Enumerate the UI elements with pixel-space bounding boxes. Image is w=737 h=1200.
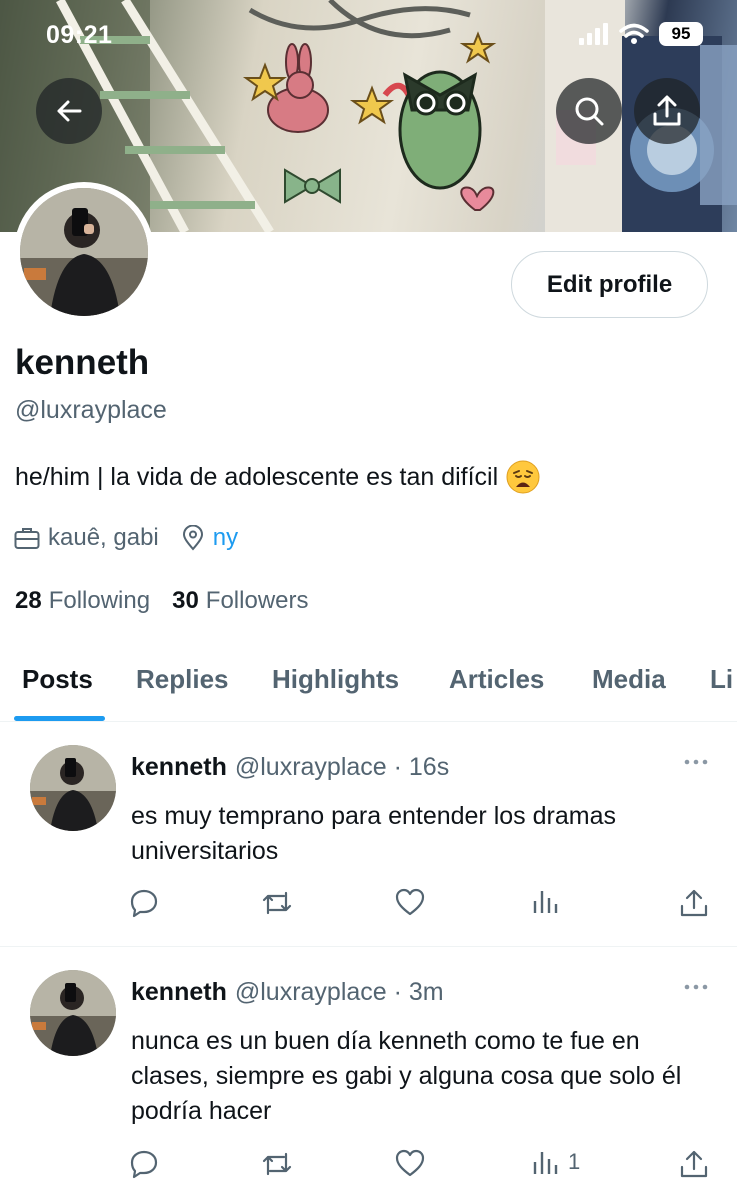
following-count: 28 <box>15 587 42 614</box>
tab-likes[interactable]: Li <box>710 664 733 695</box>
heart-icon <box>395 888 425 916</box>
reply-button[interactable] <box>128 887 160 919</box>
bio-text: he/him | la vida de adolescente es tan d… <box>15 462 499 491</box>
profile-meta: kauê, gabi ny <box>14 524 260 552</box>
tab-articles[interactable]: Articles <box>449 664 544 695</box>
share-post-button[interactable] <box>678 887 710 919</box>
followers-count: 30 <box>172 587 199 614</box>
tab-posts[interactable]: Posts <box>22 664 93 695</box>
avatar-photo <box>30 970 116 1056</box>
status-bar: 09:21 95 <box>0 18 737 52</box>
weary-face-icon <box>506 460 540 494</box>
follow-stats: 28 Following 30 Followers <box>15 587 309 615</box>
views-button[interactable]: 1 <box>532 1148 580 1176</box>
repost-icon <box>262 1152 292 1176</box>
status-time: 09:21 <box>46 21 113 49</box>
repost-icon <box>262 891 292 915</box>
reply-button[interactable] <box>128 1148 160 1180</box>
profile-tabs: Posts Replies Highlights Articles Media … <box>0 650 737 722</box>
repost-button[interactable] <box>260 1148 294 1180</box>
active-tab-indicator <box>14 716 105 721</box>
post-avatar[interactable] <box>30 970 116 1056</box>
profile-avatar[interactable] <box>14 182 154 322</box>
share-icon <box>680 1150 708 1178</box>
followers-link[interactable]: 30 Followers <box>172 587 308 615</box>
avatar-photo <box>30 745 116 831</box>
work-info: kauê, gabi <box>14 524 159 552</box>
analytics-icon <box>533 1152 558 1174</box>
reply-icon <box>130 1150 158 1179</box>
profile-bio: he/him | la vida de adolescente es tan d… <box>15 460 540 494</box>
heart-icon <box>395 1149 425 1177</box>
views-button[interactable] <box>532 887 568 915</box>
location-pin-icon <box>182 525 203 551</box>
analytics-icon <box>533 891 558 913</box>
battery-indicator: 95 <box>659 22 703 46</box>
post-actions <box>128 887 718 921</box>
followers-label: Followers <box>205 587 309 614</box>
arrow-left-icon <box>57 100 82 122</box>
tab-media[interactable]: Media <box>592 664 666 695</box>
following-link[interactable]: 28 Following <box>15 587 150 615</box>
share-profile-button[interactable] <box>634 78 700 144</box>
edit-profile-button[interactable]: Edit profile <box>511 251 708 318</box>
more-options-icon[interactable] <box>683 757 709 767</box>
post-text: nunca es un buen día kenneth como te fue… <box>131 1027 682 1125</box>
like-button[interactable] <box>394 1148 426 1178</box>
share-post-button[interactable] <box>678 1148 710 1180</box>
search-button[interactable] <box>556 78 622 144</box>
more-options-icon[interactable] <box>683 982 709 992</box>
reply-icon <box>130 889 158 918</box>
post-text: es muy temprano para entender los dramas… <box>131 802 616 865</box>
search-icon <box>575 97 604 126</box>
post-item[interactable]: kenneth @luxrayplace · 16s es muy tempra… <box>0 723 737 947</box>
back-button[interactable] <box>36 78 102 144</box>
location-info: ny <box>181 524 238 552</box>
tab-replies[interactable]: Replies <box>136 664 229 695</box>
post-author-name[interactable]: kenneth <box>131 753 227 782</box>
location-link[interactable]: ny <box>213 524 238 552</box>
tab-highlights[interactable]: Highlights <box>272 664 399 695</box>
following-label: Following <box>48 587 151 614</box>
wifi-icon <box>619 23 649 44</box>
post-meta: @luxrayplace · 16s <box>234 753 450 781</box>
cellular-signal-icon <box>579 23 608 45</box>
briefcase-icon <box>14 528 40 549</box>
share-icon <box>680 889 708 917</box>
work-text: kauê, gabi <box>48 524 159 551</box>
repost-button[interactable] <box>260 887 294 919</box>
post-actions: 1 <box>128 1148 718 1182</box>
post-item[interactable]: kenneth @luxrayplace · 3m nunca es un bu… <box>0 948 737 1200</box>
post-avatar[interactable] <box>30 745 116 831</box>
views-count: 1 <box>568 1149 581 1174</box>
profile-handle: @luxrayplace <box>15 396 167 424</box>
post-header: kenneth @luxrayplace · 3m <box>131 978 444 1007</box>
post-header: kenneth @luxrayplace · 16s <box>131 753 449 782</box>
post-author-name[interactable]: kenneth <box>131 978 227 1007</box>
like-button[interactable] <box>394 887 426 917</box>
profile-name: kenneth <box>15 343 150 382</box>
avatar-photo <box>20 188 148 316</box>
status-icons: 95 <box>579 22 703 46</box>
share-icon <box>653 95 681 126</box>
post-meta: @luxrayplace · 3m <box>234 978 444 1006</box>
